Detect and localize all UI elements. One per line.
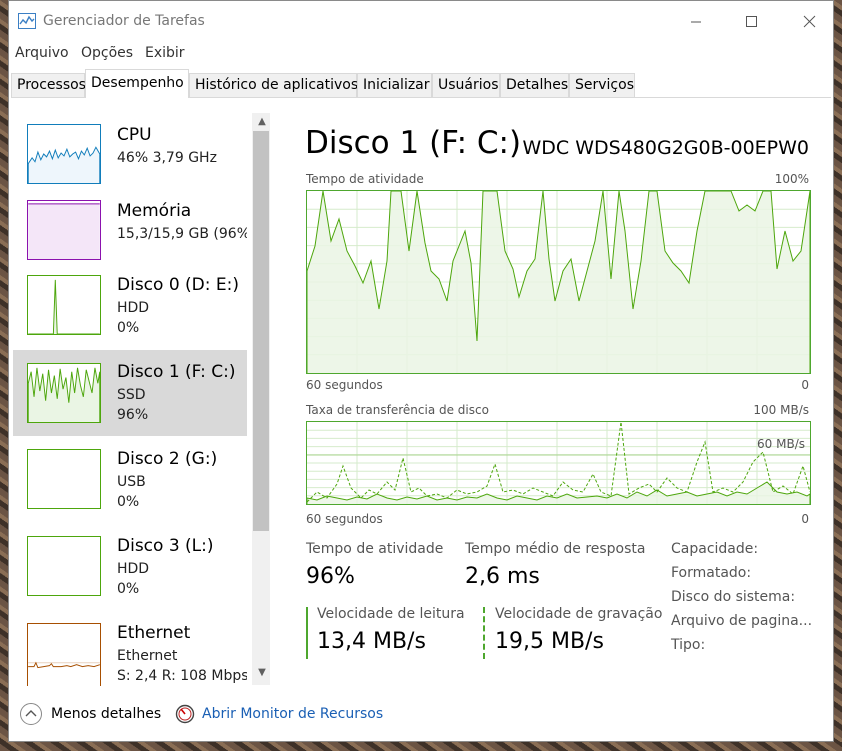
disk2-thumbnail-graph (27, 449, 101, 509)
window-title: Gerenciador de Tarefas (43, 13, 205, 29)
ethernet-thumbnail-graph (27, 623, 101, 686)
chevron-up-circle-icon[interactable] (19, 702, 43, 726)
close-icon[interactable] (786, 9, 832, 35)
active-time-value: 96% (306, 564, 355, 589)
sidebar-title: Ethernet (117, 623, 191, 643)
sidebar-value: 0% (117, 581, 140, 597)
property-arquivo-paginacao: Arquivo de pagina... (671, 613, 813, 629)
desktop-background-left (0, 0, 8, 751)
resource-sidebar: CPU 46% 3,79 GHz Memória 15,3/15,9 GB (9… (11, 111, 247, 686)
sidebar-subtitle: USB (117, 474, 146, 490)
tab-servicos[interactable]: Serviços (569, 73, 635, 97)
property-formatado: Formatado: (671, 565, 752, 581)
graph2-time-right: 0 (801, 512, 809, 526)
disk0-thumbnail-graph (27, 275, 101, 335)
disk3-thumbnail-graph (27, 536, 101, 596)
disk-model: WDC WDS480G2G0B-00EPW0 (522, 137, 810, 159)
sidebar-item-disco-1[interactable]: Disco 1 (F: C:) SSD 96% (13, 350, 247, 436)
cpu-thumbnail-graph (27, 124, 101, 184)
sidebar-subtitle: Ethernet (117, 648, 178, 664)
sidebar-scrollbar-thumb[interactable] (253, 131, 269, 531)
resource-monitor-icon (175, 704, 195, 724)
sidebar-title: Disco 1 (F: C:) (117, 362, 236, 382)
menu-opcoes[interactable]: Opções (81, 45, 133, 61)
scroll-up-icon[interactable]: ▲ (255, 116, 269, 127)
menu-bar: Arquivo Opções Exibir (9, 43, 833, 65)
active-time-graph (306, 190, 811, 374)
tab-historico[interactable]: Histórico de aplicativos (189, 73, 358, 97)
tab-processos[interactable]: Processos (11, 73, 86, 97)
write-speed-value: 19,5 MB/s (495, 629, 604, 654)
sidebar-subtitle: HDD (117, 300, 150, 316)
disk1-thumbnail-graph (27, 363, 101, 423)
task-manager-window: Gerenciador de Tarefas Arquivo Opções Ex… (8, 0, 834, 742)
sidebar-value: 0% (117, 320, 140, 336)
sidebar-subtitle: SSD (117, 387, 146, 403)
desktop-background-right (834, 0, 842, 751)
tab-bar: Processos Desempenho Histórico de aplica… (11, 69, 831, 98)
menu-exibir[interactable]: Exibir (145, 45, 185, 61)
property-capacidade: Capacidade: (671, 541, 759, 557)
write-speed-label: Velocidade de gravação (495, 606, 663, 622)
task-manager-icon (18, 13, 36, 29)
scroll-down-icon[interactable]: ▼ (255, 667, 269, 678)
tab-detalhes[interactable]: Detalhes (500, 73, 569, 97)
minimize-icon[interactable] (673, 9, 719, 35)
response-time-value: 2,6 ms (465, 564, 540, 589)
graph2-secondary-scale: 60 MB/s (757, 437, 805, 451)
footer-bar: Menos detalhes Abrir Monitor de Recursos (9, 695, 833, 735)
fewer-details-button[interactable]: Menos detalhes (51, 706, 161, 722)
graph2-max: 100 MB/s (753, 403, 809, 417)
sidebar-item-memoria[interactable]: Memória 15,3/15,9 GB (96%) (13, 187, 247, 273)
sidebar-title: Disco 3 (L:) (117, 536, 214, 556)
property-tipo: Tipo: (671, 637, 706, 653)
transfer-rate-graph (306, 421, 811, 505)
sidebar-item-ethernet[interactable]: Ethernet Ethernet S: 2,4 R: 108 Mbps (13, 611, 247, 686)
sidebar-subtitle: HDD (117, 561, 150, 577)
read-speed-indicator (306, 607, 308, 659)
sidebar-title: CPU (117, 125, 152, 145)
sidebar-title: Memória (117, 201, 192, 221)
sidebar-subtitle: 46% 3,79 GHz (117, 150, 217, 166)
menu-arquivo[interactable]: Arquivo (15, 45, 69, 61)
sidebar-item-disco-3[interactable]: Disco 3 (L:) HDD 0% (13, 524, 247, 610)
open-resource-monitor-link[interactable]: Abrir Monitor de Recursos (202, 706, 383, 722)
sidebar-value: 0% (117, 494, 140, 510)
desktop-background-bottom (0, 742, 842, 751)
graph1-time-right: 0 (801, 378, 809, 392)
sidebar-item-cpu[interactable]: CPU 46% 3,79 GHz (13, 111, 247, 197)
read-speed-label: Velocidade de leitura (317, 606, 465, 622)
graph1-label: Tempo de atividade (306, 172, 424, 186)
active-time-label: Tempo de atividade (306, 541, 444, 557)
graph2-label: Taxa de transferência de disco (306, 403, 489, 417)
memory-thumbnail-graph (27, 200, 101, 260)
read-speed-value: 13,4 MB/s (317, 629, 426, 654)
sidebar-subtitle: 15,3/15,9 GB (96%) (117, 226, 247, 242)
sidebar-item-disco-0[interactable]: Disco 0 (D: E:) HDD 0% (13, 263, 247, 349)
tab-desempenho[interactable]: Desempenho (85, 69, 189, 98)
sidebar-value: S: 2,4 R: 108 Mbps (117, 668, 247, 684)
write-speed-indicator (483, 607, 485, 659)
sidebar-value: 96% (117, 407, 149, 423)
sidebar-title: Disco 0 (D: E:) (117, 275, 239, 295)
graph1-max: 100% (774, 172, 809, 186)
response-time-label: Tempo médio de resposta (465, 541, 646, 557)
sidebar-item-disco-2[interactable]: Disco 2 (G:) USB 0% (13, 437, 247, 523)
page-title: Disco 1 (F: C:) (305, 125, 522, 161)
title-bar[interactable]: Gerenciador de Tarefas (9, 1, 833, 41)
property-disco-sistema: Disco do sistema: (671, 589, 796, 605)
tab-inicializar[interactable]: Inicializar (357, 73, 432, 97)
graph1-time-left: 60 segundos (306, 378, 383, 392)
maximize-icon[interactable] (728, 9, 774, 35)
sidebar-title: Disco 2 (G:) (117, 449, 218, 469)
tab-usuarios[interactable]: Usuários (432, 73, 500, 97)
graph2-time-left: 60 segundos (306, 512, 383, 526)
